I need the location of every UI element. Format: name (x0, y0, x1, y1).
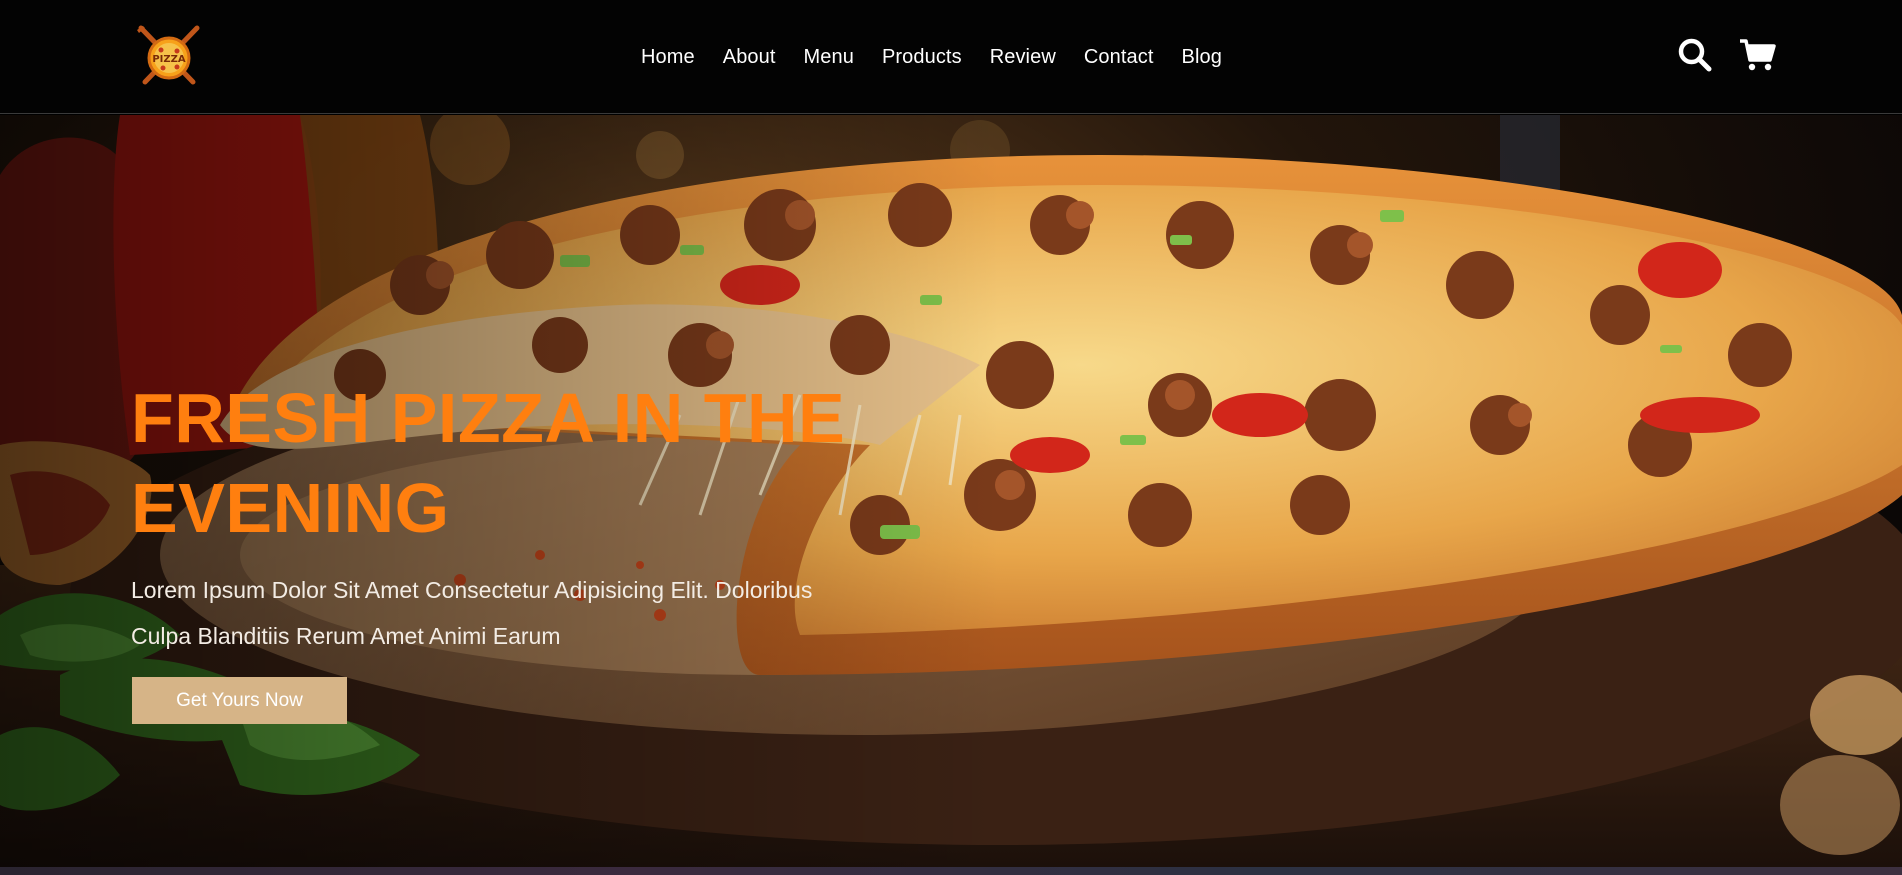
hero-description: Lorem Ipsum Dolor Sit Amet Consectetur A… (131, 567, 891, 659)
nav-about[interactable]: About (723, 46, 776, 69)
hero-title-line2: EVENING (131, 469, 450, 547)
hero-description-line2: Culpa Blanditiis Rerum Amet Animi Earum (131, 623, 561, 649)
hero-title-line1: FRESH PIZZA IN THE (131, 379, 846, 457)
cart-icon[interactable] (1738, 37, 1776, 73)
site-header: PIZZA Home About Menu Products Review Co… (0, 0, 1902, 114)
nav-blog[interactable]: Blog (1182, 46, 1222, 69)
hero-title: FRESH PIZZA IN THE EVENING (131, 373, 891, 553)
nav-contact[interactable]: Contact (1084, 46, 1154, 69)
get-yours-now-button[interactable]: Get Yours Now (132, 677, 347, 724)
nav-home[interactable]: Home (641, 46, 695, 69)
nav-review[interactable]: Review (990, 46, 1056, 69)
svg-text:PIZZA: PIZZA (152, 54, 186, 65)
main-nav: Home About Menu Products Review Contact … (641, 0, 1222, 114)
hero-description-line1: Lorem Ipsum Dolor Sit Amet Consectetur A… (131, 577, 813, 603)
pizza-logo[interactable]: PIZZA (133, 24, 205, 86)
nav-menu[interactable]: Menu (804, 46, 854, 69)
search-icon[interactable] (1677, 37, 1713, 73)
hero-section: FRESH PIZZA IN THE EVENING Lorem Ipsum D… (0, 115, 1902, 867)
bottom-strip (0, 867, 1902, 875)
nav-products[interactable]: Products (882, 46, 962, 69)
